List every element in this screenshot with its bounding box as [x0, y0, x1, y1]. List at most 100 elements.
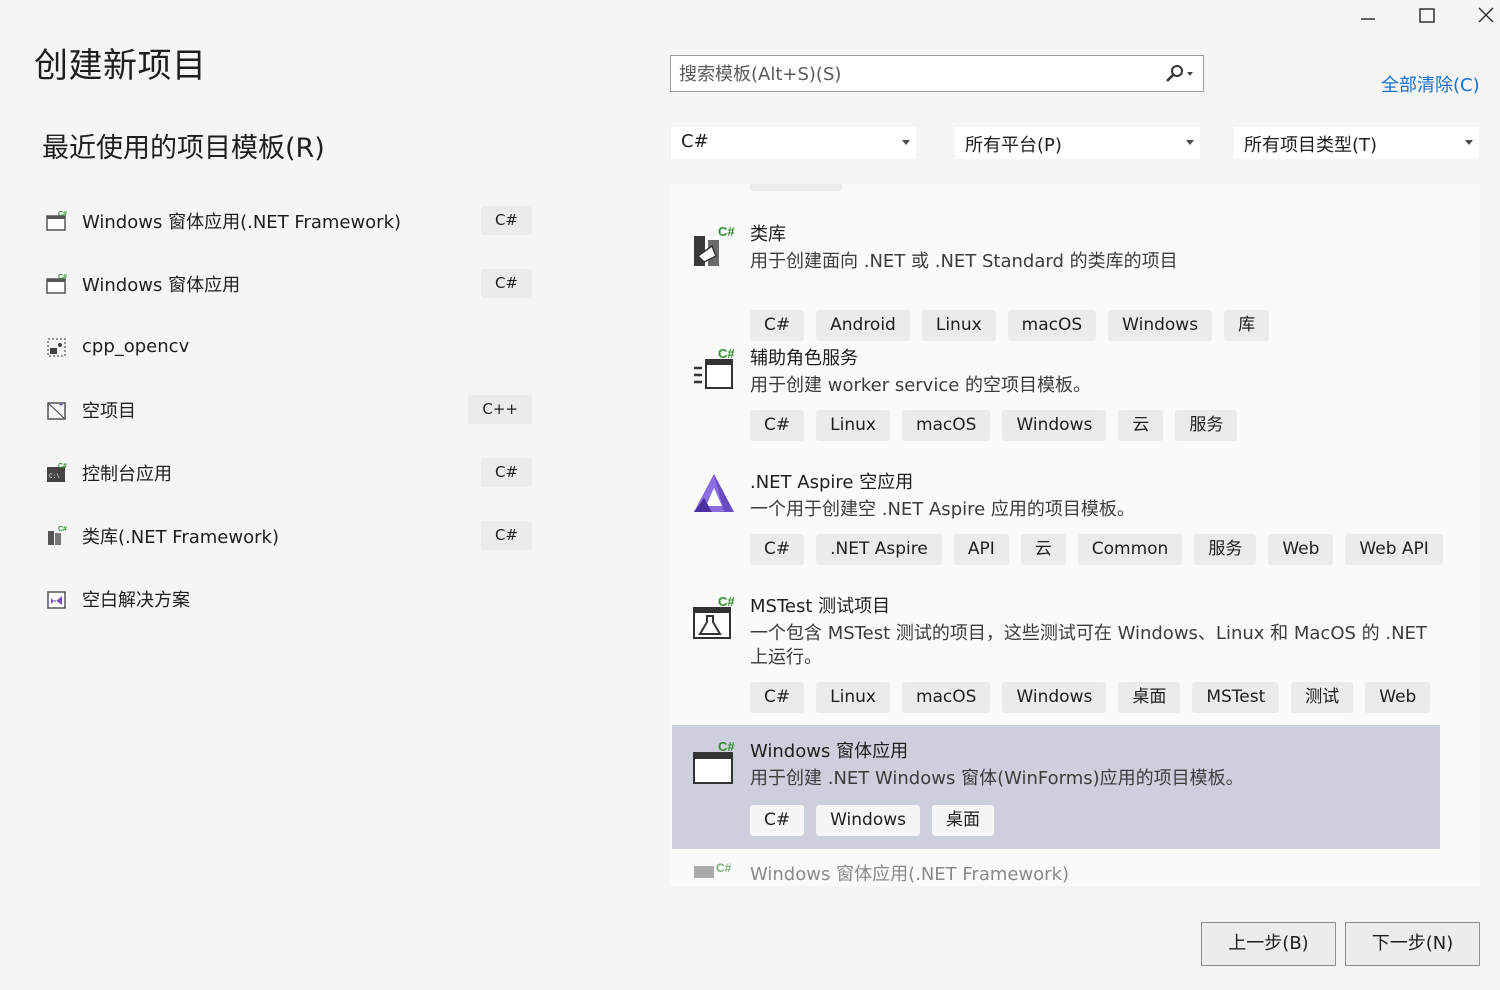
- back-button[interactable]: 上一步(B): [1201, 922, 1336, 966]
- recent-item-label: 类库(.NET Framework): [82, 526, 279, 548]
- template-item-partial[interactable]: Windows 窗体应用(.NET Framework): [750, 860, 1069, 886]
- template-tags: C# .NET Aspire API 云 Common 服务 Web Web A…: [750, 534, 1443, 565]
- tag: .NET Aspire: [816, 534, 942, 565]
- recent-item-label: cpp_opencv: [82, 336, 190, 357]
- svg-text:C#: C#: [718, 739, 735, 754]
- template-name: 辅助角色服务: [750, 348, 858, 369]
- template-results-list: C# 类库 用于创建面向 .NET 或 .NET Standard 的类库的项目…: [670, 184, 1480, 886]
- svg-text:C#: C#: [58, 211, 67, 218]
- tag: Windows: [816, 805, 921, 836]
- tag: Linux: [816, 410, 890, 441]
- aspire-icon: [690, 470, 738, 518]
- minimize-icon: [1361, 18, 1375, 20]
- scrolled-tag: [750, 184, 842, 191]
- template-tags: C# Linux macOS Windows 云 服务: [750, 410, 1238, 441]
- template-name: Windows 窗体应用: [750, 741, 909, 762]
- recent-item-label: 空项目: [82, 400, 136, 422]
- close-icon: [1478, 7, 1494, 23]
- svg-text:C:\: C:\: [49, 473, 60, 480]
- template-item-mstest[interactable]: C# MSTest 测试项目 一个包含 MSTest 测试的项目，这些测试可在 …: [672, 580, 1440, 724]
- recent-item-cpp-opencv[interactable]: cpp_opencv: [40, 315, 540, 378]
- template-item-winforms[interactable]: C# Windows 窗体应用 用于创建 .NET Windows 窗体(Win…: [672, 725, 1440, 849]
- svg-text:C#: C#: [58, 463, 67, 470]
- clear-all-link[interactable]: 全部清除(C): [1381, 71, 1480, 97]
- mstest-icon: C#: [690, 594, 738, 642]
- recent-item-class-library-framework[interactable]: C# 类库(.NET Framework) C#: [40, 504, 540, 567]
- template-item-class-library[interactable]: C# 类库 用于创建面向 .NET 或 .NET Standard 的类库的项目…: [672, 208, 1440, 341]
- recent-templates-heading: 最近使用的项目模板(R): [42, 133, 325, 164]
- winforms-icon: C#: [690, 739, 738, 787]
- tag: macOS: [901, 682, 991, 713]
- template-tags: C# Windows 桌面: [750, 805, 995, 836]
- tag: C#: [750, 410, 805, 441]
- tag: C#: [750, 805, 805, 836]
- template-description: 用于创建 worker service 的空项目模板。: [750, 375, 1092, 396]
- recent-templates-list: C# Windows 窗体应用(.NET Framework) C# C# Wi…: [40, 189, 540, 630]
- template-item-aspire[interactable]: .NET Aspire 空应用 一个用于创建空 .NET Aspire 应用的项…: [672, 456, 1443, 580]
- tag: 桌面: [932, 805, 995, 836]
- tag: Windows: [1002, 410, 1107, 441]
- recent-item-console-app[interactable]: C:\ C# 控制台应用 C#: [40, 441, 540, 504]
- language-badge: C++: [468, 395, 532, 424]
- tag: macOS: [901, 410, 991, 441]
- template-name: .NET Aspire 空应用: [750, 472, 914, 493]
- winforms-framework-icon: C#: [692, 861, 732, 882]
- next-button[interactable]: 下一步(N): [1345, 922, 1480, 966]
- svg-text:C#: C#: [58, 526, 67, 533]
- maximize-button[interactable]: [1399, 0, 1455, 30]
- recent-item-label: Windows 窗体应用: [82, 274, 241, 296]
- recent-item-empty-project[interactable]: + 空项目 C++: [40, 378, 540, 441]
- project-type-filter-dropdown[interactable]: 所有项目类型(T): [1234, 127, 1479, 159]
- search-box: [670, 55, 1204, 93]
- class-library-icon: C#: [45, 524, 69, 548]
- template-description: 用于创建面向 .NET 或 .NET Standard 的类库的项目: [750, 251, 1178, 272]
- tag: 测试: [1291, 682, 1354, 713]
- search-options-button[interactable]: [1159, 62, 1199, 86]
- svg-text:+: +: [59, 402, 63, 409]
- template-item-worker-service[interactable]: C# 辅助角色服务 用于创建 worker service 的空项目模板。 C#…: [672, 332, 1440, 456]
- empty-project-icon: +: [45, 398, 69, 422]
- winforms-icon: C#: [45, 272, 69, 296]
- custom-template-icon: [45, 335, 69, 359]
- svg-text:C#: C#: [718, 346, 735, 361]
- recent-item-label: 控制台应用: [82, 463, 172, 485]
- console-app-icon: C:\ C#: [45, 461, 69, 485]
- recent-item-blank-solution[interactable]: 空白解决方案: [40, 567, 540, 630]
- language-filter-dropdown[interactable]: C#: [671, 127, 916, 159]
- chevron-down-icon: [902, 140, 910, 145]
- search-input[interactable]: [677, 56, 1151, 93]
- blank-solution-icon: [45, 587, 69, 611]
- language-filter-value: C#: [681, 131, 709, 152]
- tag: 桌面: [1118, 682, 1181, 713]
- project-type-filter-value: 所有项目类型(T): [1244, 135, 1378, 156]
- tag: Windows: [1002, 682, 1107, 713]
- language-badge: C#: [480, 521, 532, 550]
- tag: 服务: [1175, 410, 1238, 441]
- class-library-icon: C#: [690, 222, 738, 270]
- chevron-down-icon: [1465, 140, 1473, 145]
- template-description: 一个包含 MSTest 测试的项目，这些测试可在 Windows、Linux 和…: [750, 623, 1427, 668]
- tag: Web API: [1345, 534, 1443, 565]
- minimize-button[interactable]: [1340, 0, 1396, 30]
- tag: C#: [750, 682, 805, 713]
- template-name: MSTest 测试项目: [750, 596, 891, 617]
- tag: 服务: [1194, 534, 1257, 565]
- platform-filter-value: 所有平台(P): [965, 135, 1062, 156]
- svg-text:C#: C#: [58, 274, 67, 281]
- winforms-framework-icon: C#: [45, 209, 69, 233]
- close-button[interactable]: [1458, 0, 1500, 30]
- worker-service-icon: C#: [690, 346, 738, 394]
- tag: Linux: [816, 682, 890, 713]
- recent-item-label: Windows 窗体应用(.NET Framework): [82, 211, 402, 233]
- tag: 云: [1118, 410, 1164, 441]
- language-badge: C#: [480, 269, 532, 298]
- tag: API: [953, 534, 1009, 565]
- tag: Common: [1077, 534, 1183, 565]
- recent-item-label: 空白解决方案: [82, 589, 190, 611]
- recent-item-winforms[interactable]: C# Windows 窗体应用 C#: [40, 252, 540, 315]
- page-title: 创建新项目: [34, 46, 207, 86]
- recent-item-winforms-framework[interactable]: C# Windows 窗体应用(.NET Framework) C#: [40, 189, 540, 252]
- tag: 云: [1020, 534, 1066, 565]
- platform-filter-dropdown[interactable]: 所有平台(P): [955, 127, 1200, 159]
- tag: Web: [1365, 682, 1431, 713]
